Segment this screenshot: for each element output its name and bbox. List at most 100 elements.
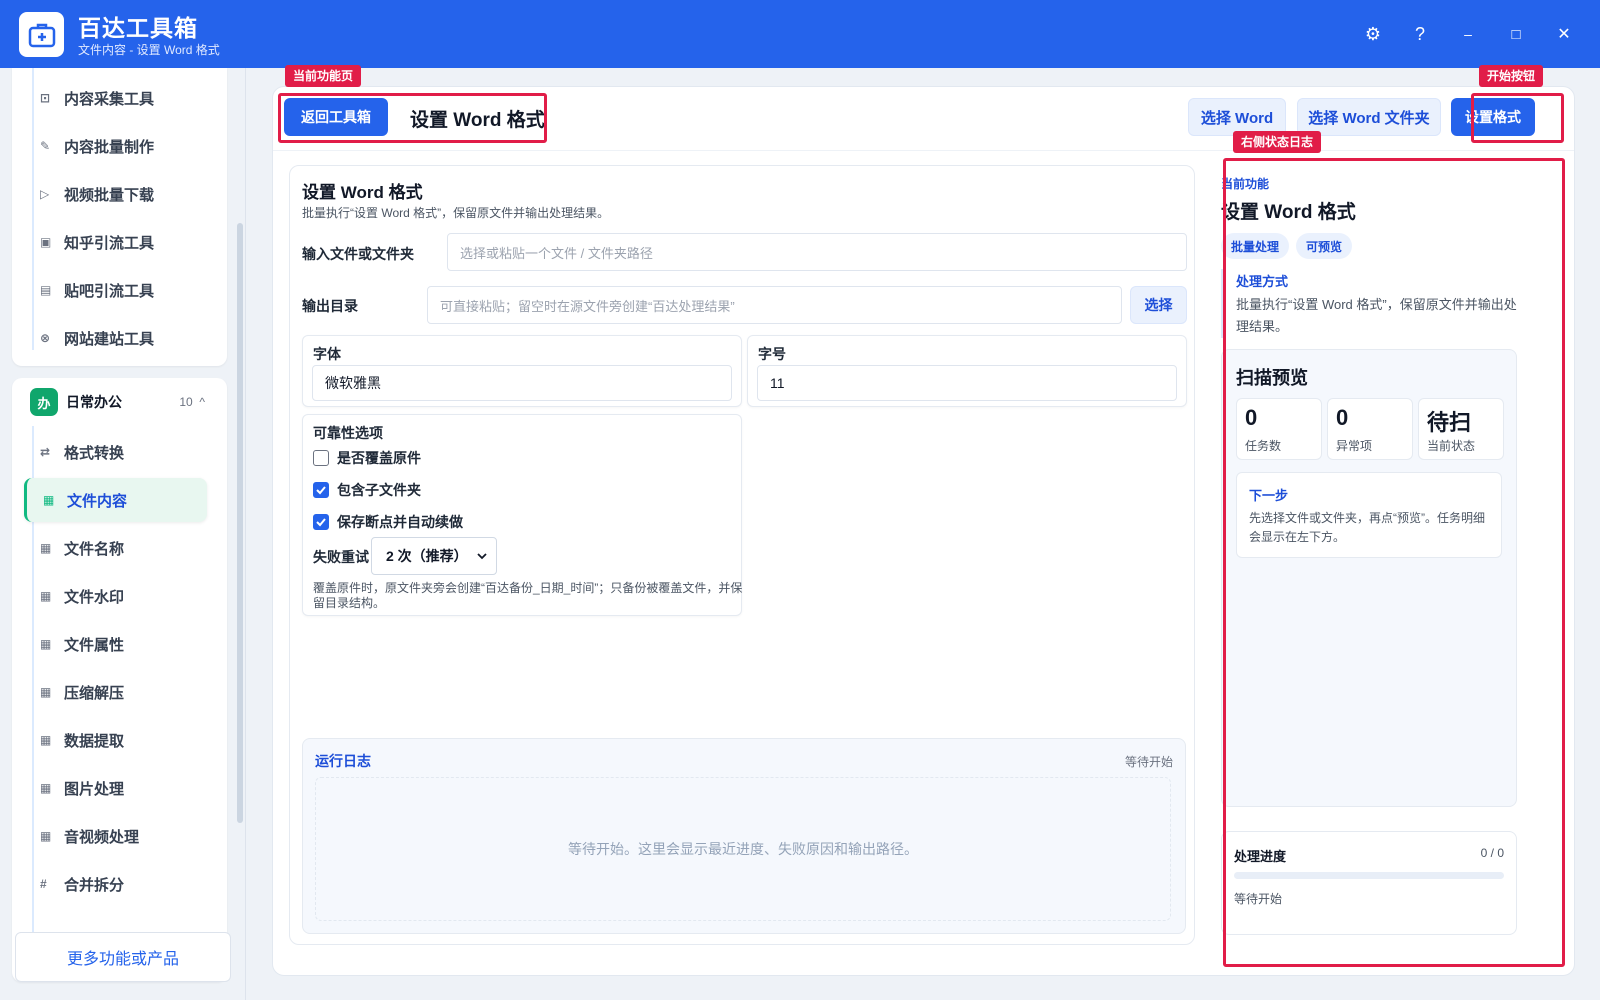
size-card: 字号 11 — [747, 335, 1187, 407]
title-bar: 百达工具箱 文件内容 - 设置 Word 格式 ⚙ ? – □ ✕ — [0, 0, 1600, 68]
scrollbar-thumb[interactable] — [237, 223, 243, 823]
input-path-field[interactable]: 选择或粘贴一个文件 / 文件夹路径 — [447, 233, 1187, 271]
sidebar-item-label: 图片处理 — [64, 780, 125, 798]
chip-preview: 可预览 — [1296, 233, 1353, 259]
reliability-note: 覆盖原件时，原文件夹旁会创建“百达备份_日期_时间”；只备份被覆盖文件，并保留目… — [313, 581, 743, 610]
sidebar-item-5[interactable]: ⊗ 网站建站工具 — [24, 316, 207, 360]
annotation-tag-right-log: 右侧状态日志 — [1233, 131, 1322, 153]
next-step-description: 先选择文件或文件夹，再点“预览”。任务明细会显示在左下方。 — [1249, 511, 1485, 544]
chip-batch: 批量处理 — [1221, 233, 1290, 259]
current-function-kicker: 当前功能 — [1221, 177, 1270, 191]
toolbar: 返回工具箱 设置 Word 格式 选择 Word 选择 Word 文件夹 设置格… — [273, 87, 1574, 151]
annotation-tag-current-page: 当前功能页 — [285, 65, 362, 87]
back-to-toolbox-button[interactable]: 返回工具箱 — [284, 98, 388, 136]
current-function-title: 设置 Word 格式 — [1221, 202, 1356, 223]
next-step-title: 下一步 — [1249, 488, 1289, 503]
stat-error-count: 0 异常项 — [1327, 398, 1413, 460]
grid-icon: ▦ — [40, 637, 52, 651]
stat-label: 异常项 — [1336, 439, 1373, 453]
grid-icon: ▦ — [43, 493, 55, 507]
video-icon: ▷ — [40, 187, 50, 201]
sidebar-item-label: 文件名称 — [64, 540, 125, 558]
stat-label: 当前状态 — [1427, 439, 1476, 453]
close-icon[interactable]: ✕ — [1550, 20, 1578, 48]
sidebar-item[interactable]: ▦ 数据提取 — [24, 718, 207, 762]
form-title: 设置 Word 格式 — [302, 183, 423, 202]
sidebar-item[interactable]: ▦ 文件水印 — [24, 574, 207, 618]
grid-icon: ▦ — [40, 829, 52, 843]
checkbox-label: 保存断点并自动续做 — [337, 514, 463, 530]
method-section: 处理方式 批量执行“设置 Word 格式”，保留原文件并输出处理结果。 — [1221, 269, 1517, 338]
sidebar-item-label: 文件内容 — [67, 492, 128, 510]
run-log-status: 等待开始 — [1124, 755, 1173, 769]
stat-current-state: 待扫 当前状态 — [1418, 398, 1504, 460]
checkbox-option[interactable]: 保存断点并自动续做 — [313, 511, 463, 533]
app-subtitle: 文件内容 - 设置 Word 格式 — [78, 43, 220, 57]
reliability-card: 可靠性选项 是否覆盖原件 包含子文件夹保存断点并自动续做 失败重试 2 次（推荐）… — [302, 414, 742, 616]
sidebar-scrollbar[interactable] — [237, 78, 243, 918]
checkbox-checked-icon[interactable] — [313, 482, 329, 498]
settings-icon[interactable]: ⚙ — [1359, 20, 1387, 48]
main-panel: 返回工具箱 设置 Word 格式 选择 Word 选择 Word 文件夹 设置格… — [272, 86, 1575, 976]
size-label: 字号 — [758, 346, 786, 362]
sidebar-item-label: 知乎引流工具 — [64, 234, 155, 252]
sidebar-item[interactable]: ▦ 文件属性 — [24, 622, 207, 666]
font-label: 字体 — [313, 346, 341, 362]
stat-label: 任务数 — [1245, 439, 1282, 453]
collapse-caret-icon[interactable]: ^ — [199, 395, 205, 409]
sidebar-item[interactable]: ▦ 文件名称 — [24, 526, 207, 570]
pen-icon: ✎ — [40, 139, 51, 153]
group-badge: 办 — [30, 388, 58, 416]
toolbox-icon — [19, 12, 64, 57]
output-label: 输出目录 — [302, 298, 358, 314]
sidebar-item-3[interactable]: ▣ 知乎引流工具 — [24, 220, 207, 264]
tieba-icon: ▤ — [40, 283, 52, 297]
group-label: 日常办公 — [66, 394, 122, 410]
minimize-icon[interactable]: – — [1454, 20, 1482, 48]
run-log-panel: 运行日志 等待开始 等待开始。这里会显示最近进度、失败原因和输出路径。 — [302, 738, 1186, 934]
output-dir-field[interactable]: 可直接粘贴；留空时在源文件旁创建“百达处理结果” — [427, 286, 1122, 324]
web-icon: ⊗ — [40, 331, 51, 345]
stat-value: 0 — [1336, 405, 1349, 430]
font-card: 字体 微软雅黑 — [302, 335, 742, 407]
sidebar-item-active[interactable]: ▦ 文件内容 — [24, 478, 207, 522]
app-title: 百达工具箱 — [78, 15, 198, 41]
right-status-panel: 当前功能 设置 Word 格式 批量处理 可预览 处理方式 批量执行“设置 Wo… — [1207, 159, 1531, 945]
checkbox-unchecked-icon[interactable] — [313, 450, 329, 466]
checkbox-option[interactable]: 包含子文件夹 — [313, 479, 421, 501]
help-icon[interactable]: ? — [1406, 20, 1434, 48]
retry-label: 失败重试 — [313, 549, 369, 565]
start-format-button[interactable]: 设置格式 — [1451, 98, 1535, 136]
checkbox-option[interactable]: 是否覆盖原件 — [313, 447, 421, 469]
retry-select[interactable]: 2 次（推荐） — [371, 537, 497, 575]
sidebar-item-0[interactable]: ⊡ 内容采集工具 — [24, 76, 207, 120]
stat-value: 待扫 — [1427, 410, 1472, 435]
choose-output-button[interactable]: 选择 — [1130, 286, 1187, 324]
sidebar-item-4[interactable]: ▤ 贴吧引流工具 — [24, 268, 207, 312]
checkbox-checked-icon[interactable] — [313, 514, 329, 530]
font-field[interactable]: 微软雅黑 — [312, 365, 732, 401]
sidebar-item[interactable]: ▦ 音视频处理 — [24, 814, 207, 858]
sidebar-item-label: 压缩解压 — [64, 684, 125, 702]
group-header-office[interactable]: 办 日常办公 10 ^ — [12, 379, 227, 425]
grid-icon: ▦ — [40, 733, 52, 747]
sidebar-item[interactable]: ▦ 图片处理 — [24, 766, 207, 810]
zhihu-icon: ▣ — [40, 235, 52, 249]
sidebar-item[interactable]: # 合并拆分 — [24, 862, 207, 906]
sidebar-item[interactable]: ⇄ 格式转换 — [24, 430, 207, 474]
reliability-label: 可靠性选项 — [313, 425, 383, 441]
sidebar-item[interactable]: ▦ 压缩解压 — [24, 670, 207, 714]
sidebar-item-label: 文件水印 — [64, 588, 125, 606]
sidebar-item-1[interactable]: ✎ 内容批量制作 — [24, 124, 207, 168]
progress-card: 处理进度 0 / 0 等待开始 — [1221, 831, 1517, 935]
retry-value: 2 次（推荐） — [386, 548, 468, 564]
annotation-tag-start: 开始按钮 — [1479, 65, 1544, 87]
size-field[interactable]: 11 — [757, 365, 1177, 401]
maximize-icon[interactable]: □ — [1502, 20, 1530, 48]
chevron-down-icon — [476, 547, 488, 570]
progress-status: 等待开始 — [1234, 892, 1283, 906]
sidebar-item-label: 网站建站工具 — [64, 330, 155, 348]
sidebar-item-2[interactable]: ▷ 视频批量下载 — [24, 172, 207, 216]
more-products-button[interactable]: 更多功能或产品 — [15, 932, 231, 982]
collect-icon: ⊡ — [40, 91, 51, 105]
